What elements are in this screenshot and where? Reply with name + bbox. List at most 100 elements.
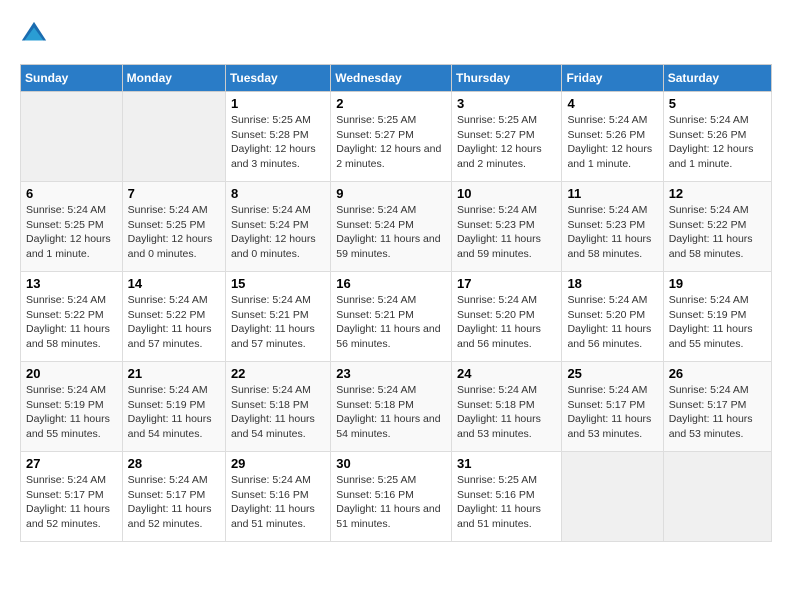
day-number: 5	[669, 96, 766, 111]
calendar-cell: 19 Sunrise: 5:24 AM Sunset: 5:19 PM Dayli…	[663, 272, 771, 362]
calendar-cell	[663, 452, 771, 542]
day-info: Sunrise: 5:24 AM Sunset: 5:16 PM Dayligh…	[231, 473, 325, 532]
day-info: Sunrise: 5:25 AM Sunset: 5:27 PM Dayligh…	[457, 113, 556, 172]
day-info: Sunrise: 5:24 AM Sunset: 5:25 PM Dayligh…	[26, 203, 117, 262]
day-number: 2	[336, 96, 446, 111]
calendar-cell: 5 Sunrise: 5:24 AM Sunset: 5:26 PM Daylig…	[663, 92, 771, 182]
day-info: Sunrise: 5:24 AM Sunset: 5:20 PM Dayligh…	[567, 293, 657, 352]
weekday-header-sunday: Sunday	[21, 65, 123, 92]
day-info: Sunrise: 5:24 AM Sunset: 5:23 PM Dayligh…	[567, 203, 657, 262]
day-info: Sunrise: 5:25 AM Sunset: 5:16 PM Dayligh…	[457, 473, 556, 532]
day-info: Sunrise: 5:24 AM Sunset: 5:22 PM Dayligh…	[128, 293, 220, 352]
calendar-cell: 25 Sunrise: 5:24 AM Sunset: 5:17 PM Dayli…	[562, 362, 663, 452]
day-info: Sunrise: 5:24 AM Sunset: 5:22 PM Dayligh…	[26, 293, 117, 352]
calendar-cell: 2 Sunrise: 5:25 AM Sunset: 5:27 PM Daylig…	[331, 92, 452, 182]
day-number: 9	[336, 186, 446, 201]
calendar-cell: 11 Sunrise: 5:24 AM Sunset: 5:23 PM Dayli…	[562, 182, 663, 272]
day-number: 19	[669, 276, 766, 291]
day-number: 25	[567, 366, 657, 381]
day-info: Sunrise: 5:24 AM Sunset: 5:25 PM Dayligh…	[128, 203, 220, 262]
calendar-cell: 4 Sunrise: 5:24 AM Sunset: 5:26 PM Daylig…	[562, 92, 663, 182]
calendar-cell: 28 Sunrise: 5:24 AM Sunset: 5:17 PM Dayli…	[122, 452, 225, 542]
calendar-week-row: 27 Sunrise: 5:24 AM Sunset: 5:17 PM Dayli…	[21, 452, 772, 542]
calendar-cell	[122, 92, 225, 182]
calendar-table: SundayMondayTuesdayWednesdayThursdayFrid…	[20, 64, 772, 542]
calendar-cell: 1Sunrise: 5:25 AM Sunset: 5:28 PM Daylig…	[225, 92, 330, 182]
day-number: 22	[231, 366, 325, 381]
calendar-cell: 16 Sunrise: 5:24 AM Sunset: 5:21 PM Dayli…	[331, 272, 452, 362]
day-number: 14	[128, 276, 220, 291]
day-info: Sunrise: 5:24 AM Sunset: 5:17 PM Dayligh…	[26, 473, 117, 532]
day-number: 3	[457, 96, 556, 111]
calendar-cell: 29 Sunrise: 5:24 AM Sunset: 5:16 PM Dayli…	[225, 452, 330, 542]
calendar-cell: 9 Sunrise: 5:24 AM Sunset: 5:24 PM Daylig…	[331, 182, 452, 272]
day-info: Sunrise: 5:24 AM Sunset: 5:17 PM Dayligh…	[567, 383, 657, 442]
day-info: Sunrise: 5:24 AM Sunset: 5:19 PM Dayligh…	[128, 383, 220, 442]
calendar-cell: 13 Sunrise: 5:24 AM Sunset: 5:22 PM Dayli…	[21, 272, 123, 362]
page-header	[20, 20, 772, 48]
calendar-cell	[562, 452, 663, 542]
day-number: 27	[26, 456, 117, 471]
day-number: 17	[457, 276, 556, 291]
day-info: Sunrise: 5:24 AM Sunset: 5:20 PM Dayligh…	[457, 293, 556, 352]
day-info: Sunrise: 5:24 AM Sunset: 5:22 PM Dayligh…	[669, 203, 766, 262]
weekday-header-monday: Monday	[122, 65, 225, 92]
calendar-cell: 8Sunrise: 5:24 AM Sunset: 5:24 PM Daylig…	[225, 182, 330, 272]
calendar-cell: 15Sunrise: 5:24 AM Sunset: 5:21 PM Dayli…	[225, 272, 330, 362]
day-number: 21	[128, 366, 220, 381]
day-number: 11	[567, 186, 657, 201]
day-number: 10	[457, 186, 556, 201]
calendar-week-row: 6 Sunrise: 5:24 AM Sunset: 5:25 PM Daylig…	[21, 182, 772, 272]
day-number: 13	[26, 276, 117, 291]
weekday-header-row: SundayMondayTuesdayWednesdayThursdayFrid…	[21, 65, 772, 92]
calendar-week-row: 13 Sunrise: 5:24 AM Sunset: 5:22 PM Dayli…	[21, 272, 772, 362]
day-number: 26	[669, 366, 766, 381]
calendar-week-row: 20 Sunrise: 5:24 AM Sunset: 5:19 PM Dayli…	[21, 362, 772, 452]
day-number: 30	[336, 456, 446, 471]
day-info: Sunrise: 5:24 AM Sunset: 5:26 PM Dayligh…	[567, 113, 657, 172]
calendar-cell: 23Sunrise: 5:24 AM Sunset: 5:18 PM Dayli…	[331, 362, 452, 452]
day-info: Sunrise: 5:24 AM Sunset: 5:18 PM Dayligh…	[457, 383, 556, 442]
calendar-cell: 10 Sunrise: 5:24 AM Sunset: 5:23 PM Dayli…	[452, 182, 562, 272]
calendar-cell: 14 Sunrise: 5:24 AM Sunset: 5:22 PM Dayli…	[122, 272, 225, 362]
calendar-cell: 26 Sunrise: 5:24 AM Sunset: 5:17 PM Dayli…	[663, 362, 771, 452]
day-info: Sunrise: 5:24 AM Sunset: 5:17 PM Dayligh…	[669, 383, 766, 442]
logo	[20, 20, 52, 48]
day-number: 7	[128, 186, 220, 201]
day-info: Sunrise: 5:24 AM Sunset: 5:24 PM Dayligh…	[336, 203, 446, 262]
calendar-cell: 7 Sunrise: 5:24 AM Sunset: 5:25 PM Daylig…	[122, 182, 225, 272]
day-number: 23	[336, 366, 446, 381]
weekday-header-tuesday: Tuesday	[225, 65, 330, 92]
day-info: Sunrise: 5:24 AM Sunset: 5:26 PM Dayligh…	[669, 113, 766, 172]
day-number: 28	[128, 456, 220, 471]
day-info: Sunrise: 5:24 AM Sunset: 5:23 PM Dayligh…	[457, 203, 556, 262]
calendar-cell: 3 Sunrise: 5:25 AM Sunset: 5:27 PM Daylig…	[452, 92, 562, 182]
calendar-cell: 30 Sunrise: 5:25 AM Sunset: 5:16 PM Dayli…	[331, 452, 452, 542]
day-info: Sunrise: 5:25 AM Sunset: 5:16 PM Dayligh…	[336, 473, 446, 532]
calendar-cell: 27 Sunrise: 5:24 AM Sunset: 5:17 PM Dayli…	[21, 452, 123, 542]
day-info: Sunrise: 5:24 AM Sunset: 5:18 PM Dayligh…	[231, 383, 325, 442]
day-number: 16	[336, 276, 446, 291]
weekday-header-wednesday: Wednesday	[331, 65, 452, 92]
calendar-cell: 24 Sunrise: 5:24 AM Sunset: 5:18 PM Dayli…	[452, 362, 562, 452]
day-number: 8	[231, 186, 325, 201]
calendar-cell	[21, 92, 123, 182]
day-number: 4	[567, 96, 657, 111]
day-info: Sunrise: 5:24 AM Sunset: 5:21 PM Dayligh…	[336, 293, 446, 352]
day-number: 20	[26, 366, 117, 381]
day-number: 29	[231, 456, 325, 471]
logo-icon	[20, 20, 48, 48]
day-info: Sunrise: 5:24 AM Sunset: 5:19 PM Dayligh…	[669, 293, 766, 352]
calendar-cell: 20Sunrise: 5:24 AM Sunset: 5:19 PM Dayli…	[21, 362, 123, 452]
calendar-cell: 21 Sunrise: 5:24 AM Sunset: 5:19 PM Dayli…	[122, 362, 225, 452]
calendar-cell: 6 Sunrise: 5:24 AM Sunset: 5:25 PM Daylig…	[21, 182, 123, 272]
day-number: 18	[567, 276, 657, 291]
day-info: Sunrise: 5:24 AM Sunset: 5:17 PM Dayligh…	[128, 473, 220, 532]
day-number: 6	[26, 186, 117, 201]
day-number: 24	[457, 366, 556, 381]
day-info: Sunrise: 5:25 AM Sunset: 5:28 PM Dayligh…	[231, 113, 325, 172]
calendar-cell: 22 Sunrise: 5:24 AM Sunset: 5:18 PM Dayli…	[225, 362, 330, 452]
calendar-cell: 17 Sunrise: 5:24 AM Sunset: 5:20 PM Dayli…	[452, 272, 562, 362]
day-info: Sunrise: 5:25 AM Sunset: 5:27 PM Dayligh…	[336, 113, 446, 172]
day-info: Sunrise: 5:24 AM Sunset: 5:21 PM Dayligh…	[231, 293, 325, 352]
